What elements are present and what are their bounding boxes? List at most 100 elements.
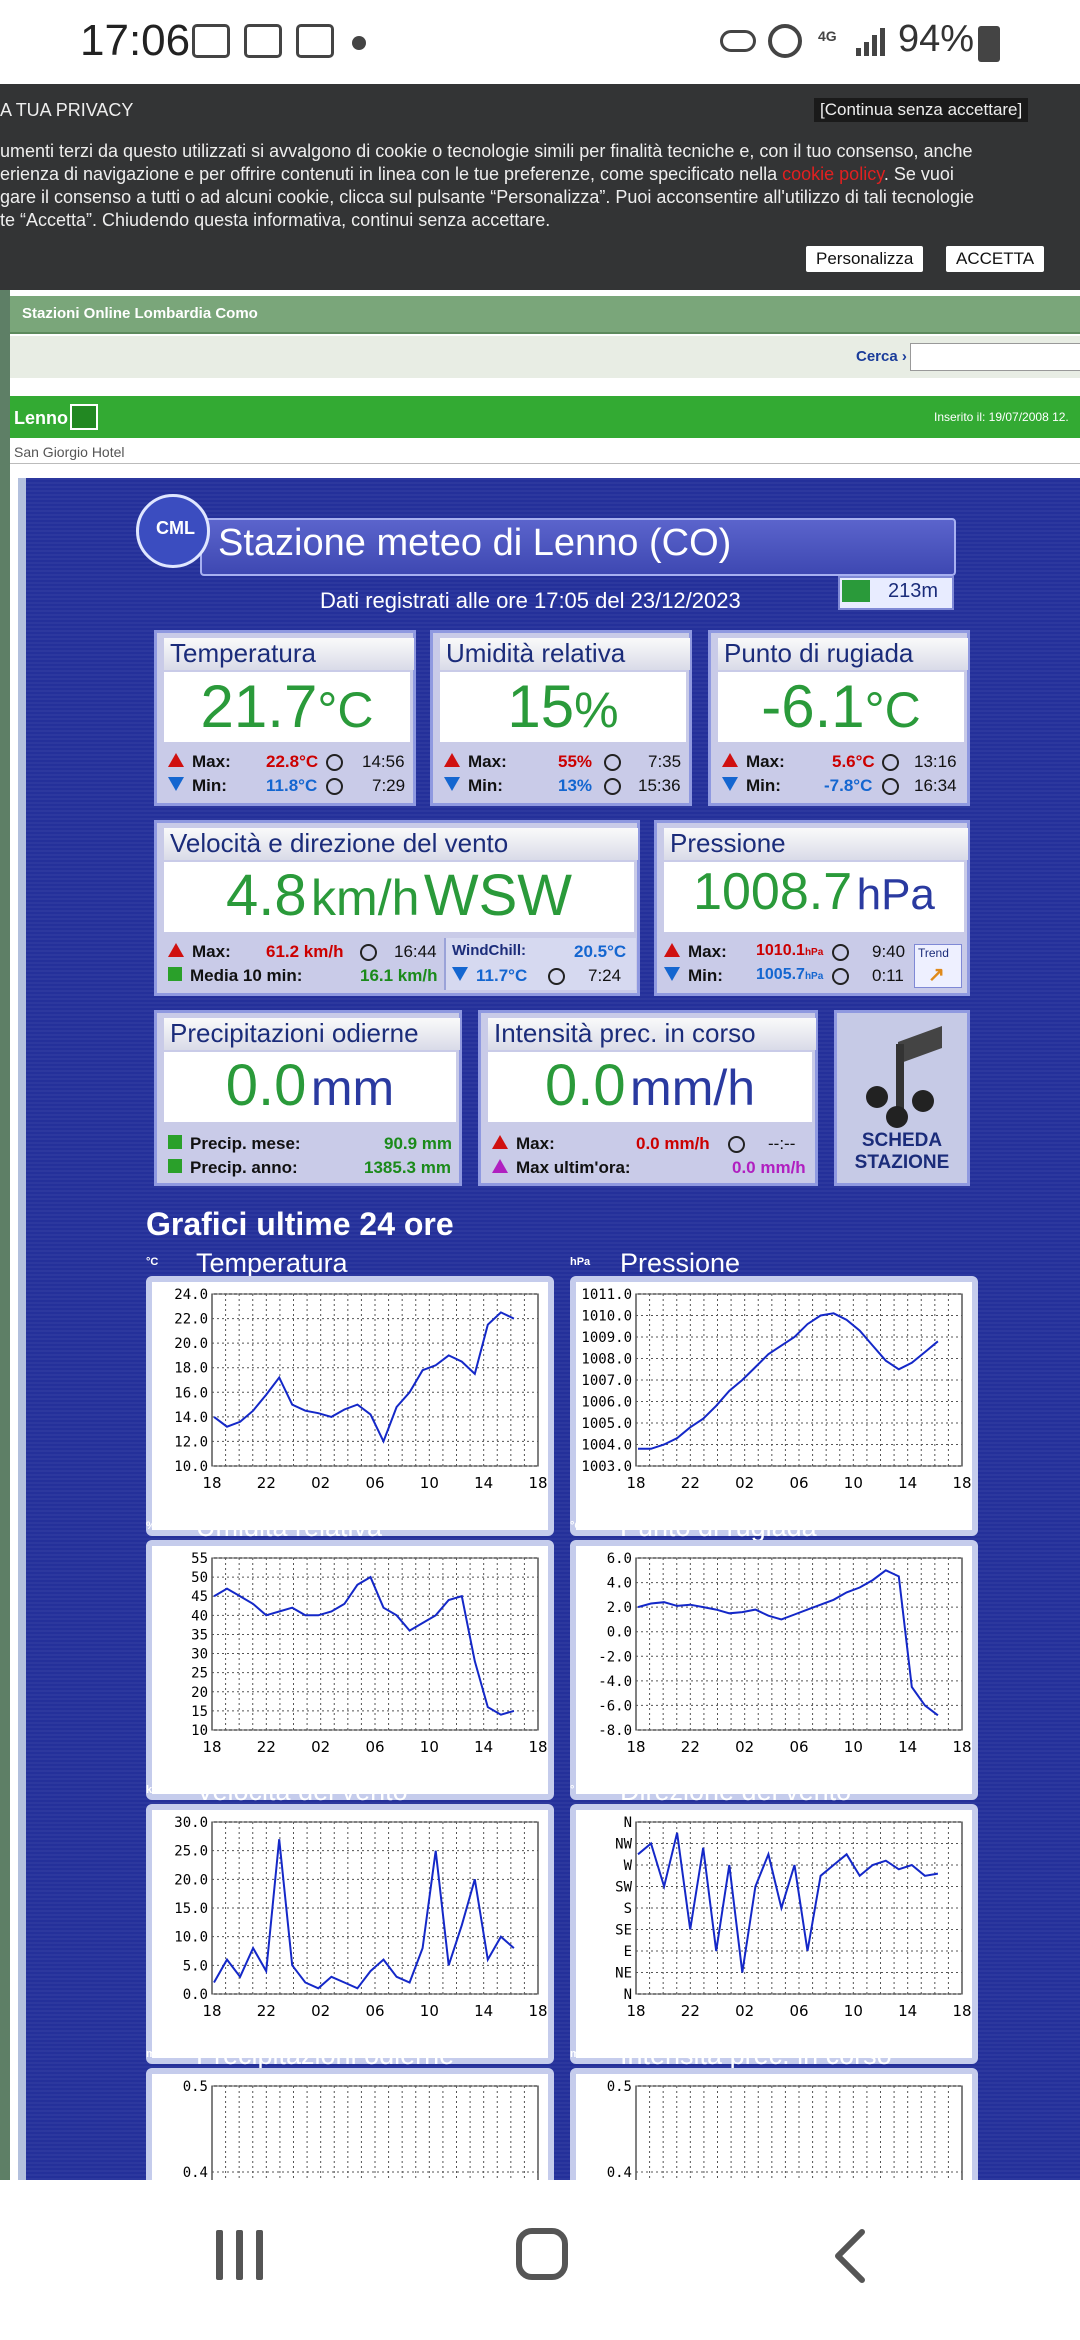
x-tick-label: 02 xyxy=(311,2002,330,2020)
x-tick-label: 10 xyxy=(844,1738,863,1756)
x-tick-label: 06 xyxy=(365,2002,384,2020)
recent-bar xyxy=(236,2230,243,2280)
y-tick-label: NE xyxy=(615,1966,632,1982)
x-tick-label: 18 xyxy=(952,2002,971,2020)
chart-card: 24.0 22.0 20.0 18.0 16.0 14.0 12.0 10.0 18 22 02 06… xyxy=(146,1276,554,1536)
chart-card: 30.0 25.0 20.0 15.0 10.0 5.0 0.0 18 22 02 06 10 14 18 xyxy=(146,1804,554,2064)
y-tick-label: 15.0 xyxy=(174,1901,208,1917)
y-tick-label: 1010.0 xyxy=(581,1309,632,1325)
chart-card: 0.50.40.3 xyxy=(570,2068,978,2180)
x-tick-label: 14 xyxy=(898,2002,917,2020)
y-tick-label: 35 xyxy=(191,1627,208,1643)
x-tick-label: 06 xyxy=(365,1474,384,1492)
y-tick-label: 1007.0 xyxy=(581,1373,632,1389)
x-tick-label: 18 xyxy=(626,1738,645,1756)
y-tick-label: 10.0 xyxy=(174,1459,208,1475)
series-line xyxy=(213,1575,515,1716)
y-tick-label: 30 xyxy=(191,1647,208,1663)
back-button[interactable] xyxy=(830,2228,870,2284)
x-tick-label: 22 xyxy=(257,1738,276,1756)
x-tick-label: 22 xyxy=(257,1474,276,1492)
series-line xyxy=(213,1839,515,1990)
x-tick-label: 18 xyxy=(528,1474,547,1492)
chart-title: Direzione del vento xyxy=(620,1776,852,1806)
x-tick-label: 14 xyxy=(898,1474,917,1492)
y-tick-label: 0.0 xyxy=(607,1625,632,1641)
series-line xyxy=(637,1569,939,1717)
y-tick-label: N xyxy=(624,1815,632,1831)
x-tick-label: 06 xyxy=(789,2002,808,2020)
y-tick-label: 1009.0 xyxy=(581,1330,632,1346)
chart-unit: °C xyxy=(146,1256,159,1268)
y-tick-label: 0.5 xyxy=(183,2079,208,2095)
x-tick-label: 02 xyxy=(735,1474,754,1492)
y-tick-label: 2.0 xyxy=(607,1600,632,1616)
home-button[interactable] xyxy=(516,2228,568,2280)
y-tick-label: N xyxy=(624,1987,632,2003)
x-tick-label: 02 xyxy=(311,1738,330,1756)
x-tick-label: 18 xyxy=(202,1738,221,1756)
y-tick-label: 24.0 xyxy=(174,1287,208,1303)
chart-title: Velocità del vento xyxy=(196,1776,408,1806)
x-tick-label: 06 xyxy=(365,1738,384,1756)
chart-svg: 30.025.020.015.010.05.00.018 22 02 06 10 14 18 xyxy=(174,1815,547,2020)
x-tick-label: 02 xyxy=(735,2002,754,2020)
y-tick-label: E xyxy=(624,1944,632,1960)
y-tick-label: 1006.0 xyxy=(581,1395,632,1411)
y-tick-label: 0.4 xyxy=(607,2165,632,2180)
x-tick-label: 22 xyxy=(681,2002,700,2020)
x-tick-label: 22 xyxy=(257,2002,276,2020)
x-tick-label: 18 xyxy=(952,1474,971,1492)
y-tick-label: S xyxy=(624,1901,632,1917)
y-tick-label: 20 xyxy=(191,1685,208,1701)
chart-unit: °C xyxy=(570,1520,583,1532)
chart-title: Temperatura xyxy=(196,1248,348,1278)
y-tick-label: 16.0 xyxy=(174,1385,208,1401)
chart-unit: hPa xyxy=(570,1256,591,1268)
y-tick-label: 45 xyxy=(191,1589,208,1605)
y-tick-label: 10.0 xyxy=(174,1930,208,1946)
x-tick-label: 18 xyxy=(952,1738,971,1756)
chart-title: Pressione xyxy=(620,1248,741,1278)
y-tick-label: 5.0 xyxy=(183,1958,208,1974)
chart-svg: 0.50.40.3 xyxy=(183,2079,539,2180)
y-tick-label: -2.0 xyxy=(598,1649,632,1665)
chart-title: Punto di rugiada xyxy=(620,1512,817,1542)
recent-apps-button[interactable] xyxy=(216,2230,266,2280)
recent-bar xyxy=(256,2230,263,2280)
y-tick-label: 0.0 xyxy=(183,1987,208,2003)
chart-card: 55 50 45 40 35 30 25 20 15 10 18 22 02 06 10 14 18 xyxy=(146,1540,554,1800)
y-tick-label: 14.0 xyxy=(174,1410,208,1426)
series-line xyxy=(637,1832,939,1973)
y-tick-label: -8.0 xyxy=(598,1723,632,1739)
y-tick-label: 25.0 xyxy=(174,1844,208,1860)
x-tick-label: 18 xyxy=(528,1738,547,1756)
x-tick-label: 22 xyxy=(681,1474,700,1492)
x-tick-label: 18 xyxy=(528,2002,547,2020)
x-tick-label: 10 xyxy=(420,2002,439,2020)
x-tick-label: 10 xyxy=(844,1474,863,1492)
x-tick-label: 18 xyxy=(202,1474,221,1492)
chart-card: 0.50.40.3 xyxy=(146,2068,554,2180)
y-tick-label: 1004.0 xyxy=(581,1438,632,1454)
y-tick-label: 1011.0 xyxy=(581,1287,632,1303)
x-tick-label: 06 xyxy=(789,1474,808,1492)
x-tick-label: 02 xyxy=(735,1738,754,1756)
y-tick-label: NW xyxy=(615,1837,632,1853)
y-tick-label: 22.0 xyxy=(174,1312,208,1328)
y-tick-label: 12.0 xyxy=(174,1434,208,1450)
x-tick-label: 10 xyxy=(844,2002,863,2020)
x-tick-label: 14 xyxy=(474,1474,493,1492)
chart-unit: ° xyxy=(570,1784,575,1796)
chart-card: N NW W SW S SE E NE N 18 22 02 06 10 14 18 xyxy=(570,1804,978,2064)
y-tick-label: SW xyxy=(615,1880,632,1896)
x-tick-label: 02 xyxy=(311,1474,330,1492)
y-tick-label: SE xyxy=(615,1923,632,1939)
series-line xyxy=(213,1311,515,1444)
y-tick-label: 55 xyxy=(191,1551,208,1567)
y-tick-label: 1003.0 xyxy=(581,1459,632,1475)
y-tick-label: 18.0 xyxy=(174,1361,208,1377)
chart-card: 1011.0 1010.0 1009.0 1008.0 1007.0 1006.0 1005… xyxy=(570,1276,978,1536)
y-tick-label: 30.0 xyxy=(174,1815,208,1831)
y-tick-label: 20.0 xyxy=(174,1336,208,1352)
